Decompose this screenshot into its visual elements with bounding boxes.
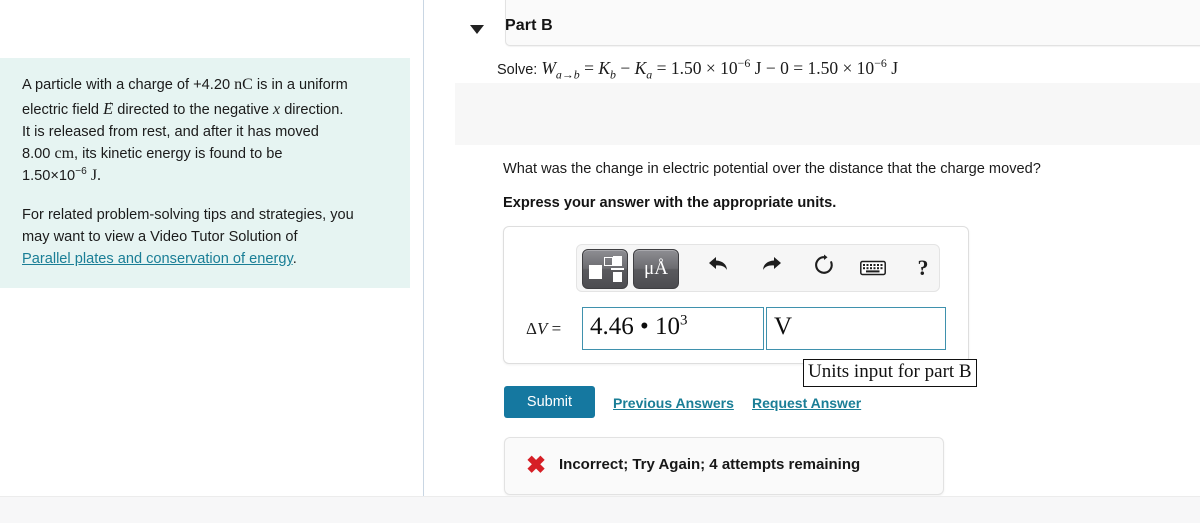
unit-nanocoulomb: nC xyxy=(234,76,253,93)
answer-variable-label: ΔV = xyxy=(526,319,561,339)
micro-angstrom-icon: μÅ xyxy=(644,258,668,279)
request-answer-link[interactable]: Request Answer xyxy=(752,395,861,411)
problem-text-1a: A particle with a charge of +4.20 xyxy=(22,77,235,93)
kinetic-energy-value: 1.50×10 xyxy=(22,168,76,184)
previous-answers-link[interactable]: Previous Answers xyxy=(613,395,734,411)
video-tutor-solution-link[interactable]: Parallel plates and conservation of ener… xyxy=(22,251,293,267)
reset-circular-arrow-svg xyxy=(815,254,833,274)
tutor-text-end: . xyxy=(292,251,297,267)
answer-value-exponent: 3 xyxy=(680,312,688,329)
answer-value-input[interactable]: 4.46 • 103 xyxy=(582,307,764,350)
answer-input-container: μÅ ? ΔV = 4.46 • 103 V xyxy=(503,226,969,364)
answer-units-input[interactable]: V xyxy=(766,307,946,350)
part-b-instruction-text: Express your answer with the appropriate… xyxy=(503,195,837,211)
voltage-symbol: V xyxy=(536,319,548,338)
units-button[interactable]: μÅ xyxy=(633,249,679,289)
tutor-text-1: For related problem-solving tips and str… xyxy=(22,207,354,223)
solve-W-subscript: a→b xyxy=(555,67,580,82)
problem-paragraph-1: A particle with a charge of +4.20 nC is … xyxy=(22,74,390,187)
redo-arrow-svg xyxy=(763,257,781,270)
units-input-annotation: Units input for part B xyxy=(803,359,977,387)
keyboard-icon[interactable] xyxy=(860,256,886,276)
solve-Ka: K xyxy=(634,58,647,78)
solve-step-box xyxy=(505,0,1200,46)
symbol-electric-field: → E xyxy=(103,96,114,120)
problem-sidebar: A particle with a charge of +4.20 nC is … xyxy=(0,0,424,496)
part-b-question-text: What was the change in electric potentia… xyxy=(503,161,1041,177)
math-toolbar: μÅ ? xyxy=(576,244,940,292)
solve-minus: − xyxy=(615,58,635,78)
solve-exponent-2: −6 xyxy=(874,56,887,71)
problem-text-2a: electric field xyxy=(22,102,104,118)
problem-paragraph-2: For related problem-solving tips and str… xyxy=(22,204,390,270)
page-footer-strip xyxy=(0,496,1200,523)
problem-text-4b: , its kinetic energy is found to be xyxy=(74,146,283,162)
problem-text-3: It is released from rest, and after it h… xyxy=(22,124,319,140)
reset-icon[interactable] xyxy=(811,254,837,284)
feedback-message: Incorrect; Try Again; 4 attempts remaini… xyxy=(559,456,861,473)
solve-label: Solve: xyxy=(497,62,538,78)
solve-exponent-1: −6 xyxy=(737,56,751,71)
equals-symbol: = xyxy=(547,319,562,338)
answer-value-text: 4.46 • 103 xyxy=(590,312,688,340)
part-b-header-band[interactable] xyxy=(455,83,1200,145)
solve-equals-1: = xyxy=(579,58,599,78)
solve-equation: Solve: Wa→b = Kb − Ka = 1.50 × 10−6 J − … xyxy=(497,56,899,80)
problem-text-2b: directed to the negative xyxy=(113,102,274,118)
main-content: Solve: Wa→b = Kb − Ka = 1.50 × 10−6 J − … xyxy=(425,0,1200,496)
solve-middle: J − 0 = 1.50 × 10 xyxy=(750,58,875,78)
solve-tail-unit: J xyxy=(886,58,899,78)
solve-equals-2: = 1.50 × 10 xyxy=(652,58,738,78)
triangle-down-icon[interactable] xyxy=(470,25,484,34)
solve-Kb: K xyxy=(598,58,611,78)
answer-units-text: V xyxy=(774,313,793,340)
unit-centimeter: cm xyxy=(54,145,75,162)
math-template-icon xyxy=(583,250,627,288)
undo-icon[interactable] xyxy=(705,254,731,282)
solve-W: W xyxy=(541,58,556,78)
redo-icon[interactable] xyxy=(759,254,785,282)
undo-arrow-svg xyxy=(709,257,727,270)
solve-expression: Wa→b = Kb − Ka = 1.50 × 10−6 J − 0 = 1.5… xyxy=(541,56,899,80)
problem-statement-panel: A particle with a charge of +4.20 nC is … xyxy=(0,58,410,288)
problem-text-4a: 8.00 xyxy=(22,146,55,162)
incorrect-x-icon: ✖ xyxy=(526,452,547,479)
part-b-title: Part B xyxy=(505,17,553,34)
problem-text-2c: direction. xyxy=(280,102,344,118)
kinetic-energy-unit: J. xyxy=(86,167,102,184)
tutor-text-2: may want to view a Video Tutor Solution … xyxy=(22,229,298,245)
help-icon[interactable]: ? xyxy=(910,254,936,282)
kinetic-energy-exponent: −6 xyxy=(75,166,87,178)
problem-text-1b: is in a uniform xyxy=(252,77,348,93)
page-root: A particle with a charge of +4.20 nC is … xyxy=(0,0,1200,523)
keyboard-svg xyxy=(860,260,886,276)
submit-button[interactable]: Submit xyxy=(504,386,595,418)
feedback-box: ✖ Incorrect; Try Again; 4 attempts remai… xyxy=(504,437,944,495)
vector-arrow-icon: → xyxy=(103,96,114,108)
math-template-button[interactable] xyxy=(582,249,628,289)
delta-symbol: Δ xyxy=(526,319,537,338)
